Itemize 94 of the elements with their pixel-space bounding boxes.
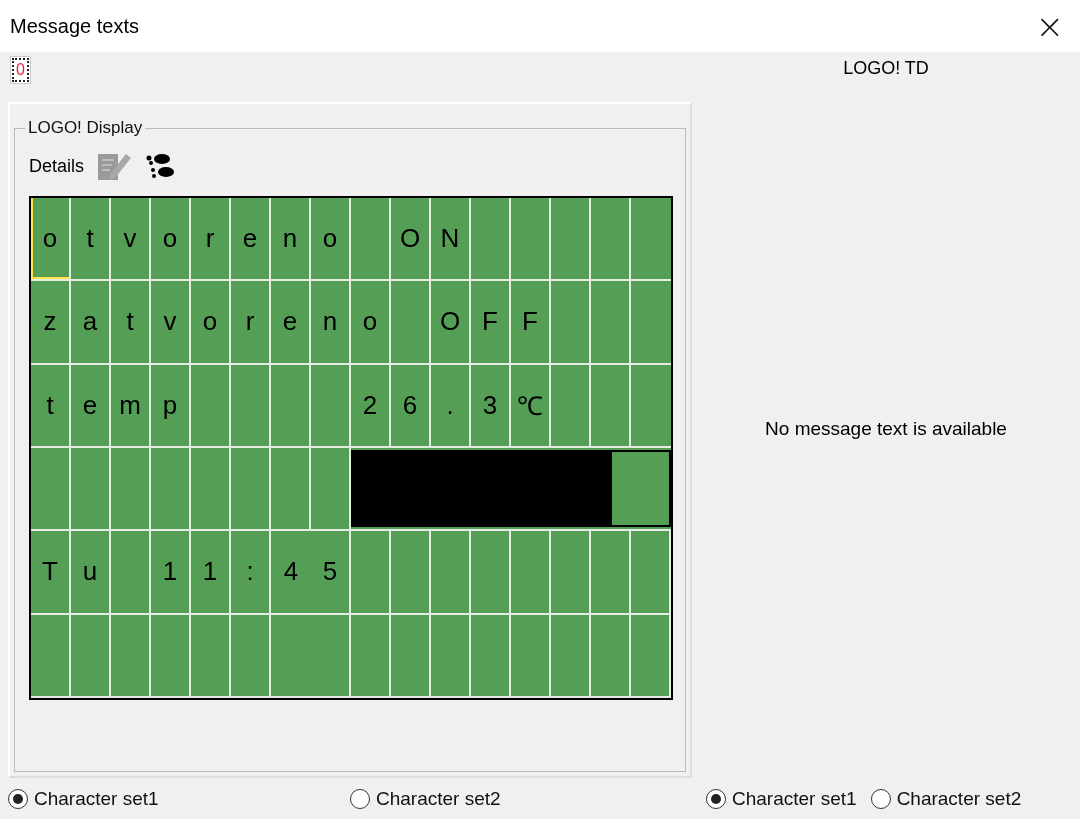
lcd-cell[interactable] xyxy=(31,448,71,532)
lcd-cell[interactable] xyxy=(551,531,591,615)
lcd-cell[interactable]: z xyxy=(31,281,71,365)
lcd-cell[interactable]: m xyxy=(111,364,151,448)
lcd-cell[interactable]: r xyxy=(191,198,231,282)
lcd-cell[interactable] xyxy=(591,364,631,448)
lcd-cell[interactable]: e xyxy=(231,198,271,282)
lcd-cell[interactable] xyxy=(511,614,551,698)
empty-message: No message text is available xyxy=(765,417,1007,440)
lcd-cell[interactable] xyxy=(631,614,671,698)
lcd-cell[interactable] xyxy=(431,531,471,615)
lcd-cell[interactable] xyxy=(271,364,311,448)
lcd-cell[interactable]: n xyxy=(311,281,351,365)
panel-title: LOGO! TD xyxy=(843,58,929,79)
lcd-cell[interactable] xyxy=(391,281,431,365)
lcd-cell[interactable] xyxy=(111,448,151,532)
lcd-cell[interactable] xyxy=(351,614,391,698)
lcd-cell[interactable] xyxy=(311,614,351,698)
lcd-cell[interactable] xyxy=(311,364,351,448)
radio-option[interactable]: Character set2 xyxy=(350,787,692,810)
lcd-cell[interactable]: e xyxy=(71,364,111,448)
lcd-cell[interactable] xyxy=(591,281,631,365)
lcd-cell[interactable]: 5 xyxy=(311,531,351,615)
lcd-cell[interactable]: t xyxy=(71,198,111,282)
lcd-cell[interactable]: n xyxy=(271,198,311,282)
lcd-cell[interactable]: N xyxy=(431,198,471,282)
lcd-cell[interactable] xyxy=(151,448,191,532)
lcd-cell[interactable] xyxy=(391,614,431,698)
lcd-cell[interactable]: p xyxy=(151,364,191,448)
lcd-cell[interactable] xyxy=(471,198,511,282)
lcd-cell[interactable] xyxy=(551,198,591,282)
lcd-cell[interactable]: 4 xyxy=(271,531,311,615)
group-title: LOGO! Display xyxy=(27,118,144,138)
radio-option[interactable]: Character set1 xyxy=(706,787,857,810)
lcd-cell[interactable] xyxy=(351,531,391,615)
lcd-cell[interactable]: O xyxy=(431,281,471,365)
lcd-cell[interactable]: : xyxy=(231,531,271,615)
lcd-cell[interactable] xyxy=(591,614,631,698)
lcd-cell[interactable]: o xyxy=(31,198,71,282)
lcd-cell[interactable] xyxy=(271,448,311,532)
lcd-cell[interactable]: o xyxy=(351,281,391,365)
lcd-cell[interactable] xyxy=(551,614,591,698)
lcd-cell[interactable] xyxy=(431,614,471,698)
lcd-cell[interactable] xyxy=(551,364,591,448)
lcd-cell[interactable]: ℃ xyxy=(511,364,551,448)
lcd-cell[interactable] xyxy=(151,614,191,698)
lcd-cell[interactable]: 3 xyxy=(471,364,511,448)
lcd-cell[interactable]: e xyxy=(271,281,311,365)
lcd-cell[interactable]: . xyxy=(431,364,471,448)
lcd-cell[interactable]: 1 xyxy=(191,531,231,615)
lcd-cell[interactable]: F xyxy=(471,281,511,365)
radio-option[interactable]: Character set1 xyxy=(8,787,350,810)
lcd-cell[interactable] xyxy=(191,448,231,532)
lcd-cell[interactable]: o xyxy=(311,198,351,282)
lcd-cell[interactable] xyxy=(631,531,671,615)
lcd-cell[interactable]: 1 xyxy=(151,531,191,615)
lcd-cell[interactable] xyxy=(31,614,71,698)
lcd-cell[interactable] xyxy=(391,531,431,615)
lcd-cell[interactable] xyxy=(471,614,511,698)
lcd-cell[interactable]: a xyxy=(71,281,111,365)
lcd-cell[interactable] xyxy=(471,531,511,615)
lcd-cell[interactable] xyxy=(111,531,151,615)
lcd-cell[interactable]: O xyxy=(391,198,431,282)
lcd-cell[interactable]: t xyxy=(31,364,71,448)
tab[interactable]: 0 xyxy=(10,56,31,84)
lcd-cell[interactable]: T xyxy=(31,531,71,615)
lcd-cell[interactable] xyxy=(71,614,111,698)
lcd-cell[interactable]: 6 xyxy=(391,364,431,448)
lcd-cell[interactable]: v xyxy=(111,198,151,282)
lcd-cell[interactable] xyxy=(71,448,111,532)
lcd-cell[interactable] xyxy=(111,614,151,698)
lcd-cell[interactable]: u xyxy=(71,531,111,615)
lcd-cell[interactable] xyxy=(231,364,271,448)
radio-option[interactable]: Character set2 xyxy=(870,787,1022,810)
lcd-cell[interactable] xyxy=(351,198,391,282)
lcd-cell[interactable] xyxy=(231,614,271,698)
lcd-cell[interactable]: F xyxy=(511,281,551,365)
close-button[interactable]: × xyxy=(1029,6,1070,46)
lcd-cell[interactable]: o xyxy=(151,198,191,282)
lcd-cell[interactable] xyxy=(511,198,551,282)
lcd-cell[interactable] xyxy=(591,531,631,615)
lcd-cell[interactable]: t xyxy=(111,281,151,365)
lcd-cell[interactable]: v xyxy=(151,281,191,365)
lcd-cell[interactable] xyxy=(191,364,231,448)
lcd-cell[interactable] xyxy=(191,614,231,698)
details-label: Details xyxy=(29,155,85,177)
lcd-cell[interactable]: r xyxy=(231,281,271,365)
lcd-cell[interactable] xyxy=(591,198,631,282)
lcd-cell[interactable] xyxy=(511,531,551,615)
window-title: Message texts xyxy=(10,14,139,38)
lcd-cell[interactable] xyxy=(231,448,271,532)
lcd-cell[interactable]: 2 xyxy=(351,364,391,448)
lcd-cell[interactable] xyxy=(551,281,591,365)
lcd-cell[interactable]: o xyxy=(191,281,231,365)
